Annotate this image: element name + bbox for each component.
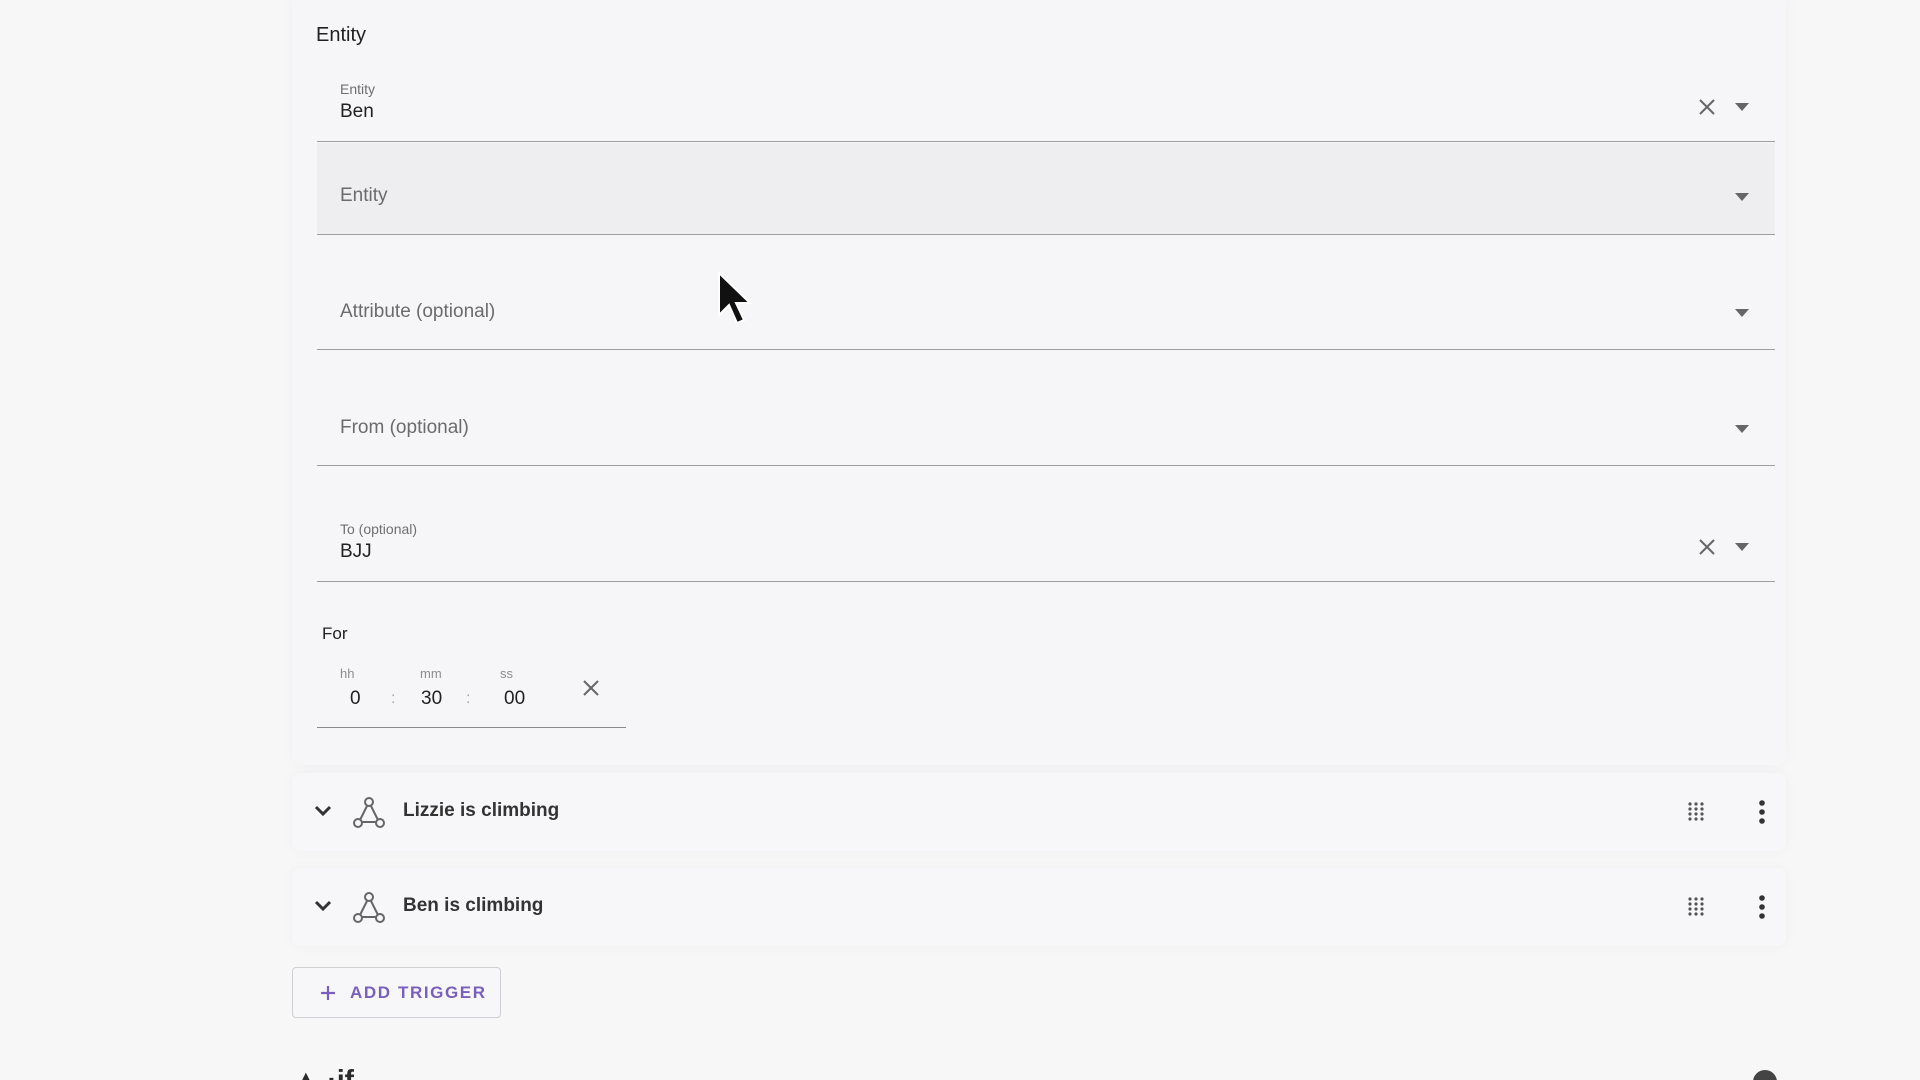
hours-unit-label: hh (340, 666, 355, 681)
close-icon[interactable] (579, 676, 603, 700)
state-trigger-icon (353, 797, 385, 828)
minutes-unit-label: mm (420, 666, 442, 681)
close-icon[interactable] (1695, 535, 1719, 559)
duration-input[interactable]: hh 0 : mm 30 : ss 00 (317, 660, 626, 728)
entity-field-primary[interactable]: Entity Ben (317, 70, 1775, 142)
more-vert-icon[interactable] (1756, 799, 1768, 825)
chevron-down-icon[interactable] (312, 800, 334, 822)
trigger-title: Ben is climbing (403, 895, 544, 916)
caret-down-icon[interactable] (1735, 425, 1749, 433)
next-section-heading: ▲ ·if (292, 1064, 354, 1080)
from-field-placeholder: From (optional) (340, 417, 469, 438)
trigger-title: Lizzie is climbing (403, 800, 560, 821)
automation-editor: Entity Entity Ben Entity Attribute (opti… (0, 0, 1920, 1080)
caret-down-icon[interactable] (1735, 543, 1749, 551)
trigger-row[interactable]: Ben is climbing (292, 868, 1786, 946)
caret-down-icon[interactable] (1735, 103, 1749, 111)
chevron-down-icon[interactable] (312, 895, 334, 917)
entity-field-label: Entity (340, 81, 376, 97)
plus-icon (321, 985, 335, 1000)
hours-input[interactable]: 0 (350, 688, 361, 710)
minutes-input[interactable]: 30 (421, 688, 442, 710)
trigger-row[interactable]: Lizzie is climbing (292, 773, 1786, 851)
add-trigger-button[interactable]: ADD TRIGGER (292, 967, 501, 1018)
state-trigger-icon (353, 892, 385, 923)
add-trigger-label: ADD TRIGGER (350, 982, 487, 1002)
seconds-input[interactable]: 00 (504, 688, 525, 710)
entity-field-placeholder: Entity (340, 185, 388, 206)
to-field-value: BJJ (340, 541, 372, 562)
entity-field-secondary[interactable]: Entity (317, 143, 1775, 235)
close-icon[interactable] (1695, 95, 1719, 119)
caret-down-icon[interactable] (1735, 309, 1749, 317)
duration-label: For (322, 624, 348, 643)
attribute-field-placeholder: Attribute (optional) (340, 301, 496, 322)
from-field[interactable]: From (optional) (317, 376, 1775, 466)
duration-separator: : (391, 690, 396, 707)
drag-handle-icon[interactable] (1686, 801, 1706, 823)
seconds-unit-label: ss (500, 666, 513, 681)
section-title: Entity (316, 24, 367, 46)
drag-handle-icon[interactable] (1686, 896, 1706, 918)
duration-separator: : (466, 690, 471, 707)
entity-field-value: Ben (340, 101, 374, 122)
to-field-label: To (optional) (340, 521, 418, 537)
caret-down-icon[interactable] (1735, 193, 1749, 201)
attribute-field[interactable]: Attribute (optional) (317, 260, 1775, 350)
to-field[interactable]: To (optional) BJJ (317, 512, 1775, 582)
help-icon[interactable] (1751, 1068, 1779, 1080)
more-vert-icon[interactable] (1756, 894, 1768, 920)
